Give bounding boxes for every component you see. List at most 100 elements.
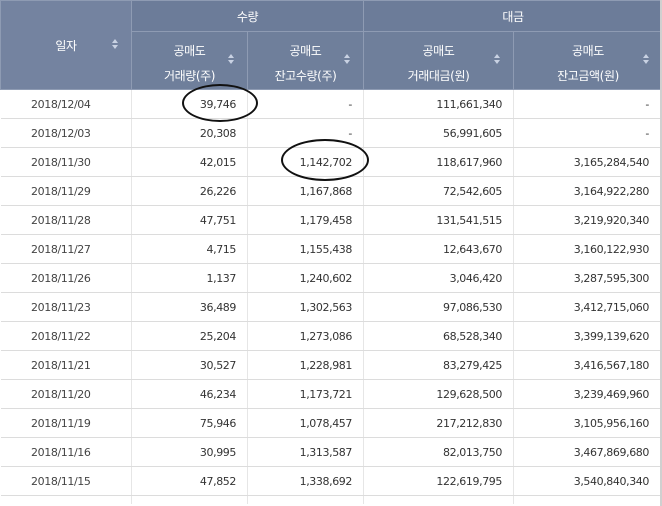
short-balance-amount-cell: 3,287,595,300 (513, 263, 662, 293)
date-cell: 2018/11/28 (0, 205, 132, 235)
date-cell: 2018/11/20 (0, 379, 132, 409)
short-balance-qty-cell: - (247, 89, 364, 119)
short-balance-qty-cell: 1,155,438 (247, 234, 364, 264)
short-balance-amount-cell: 3,160,122,930 (513, 234, 662, 264)
short-volume-cell: 75,946 (131, 408, 248, 438)
table-row: 2018/11/16 30,995 1,313,587 82,013,750 3,467… (0, 437, 662, 467)
short-amount-cell: 118,617,960 (363, 147, 514, 177)
date-cell: 2018/11/16 (0, 437, 132, 467)
short-balance-amount-cell: 3,467,869,680 (513, 437, 662, 467)
short-balance-qty-cell: 1,179,458 (247, 205, 364, 235)
table-row: 2018/11/15 47,852 1,338,692 122,619,795 3,54… (0, 466, 662, 496)
date-cell: 2018/11/26 (0, 263, 132, 293)
short-balance-amount-cell: 3,105,956,160 (513, 408, 662, 438)
column-header-line1: 공매도 (572, 44, 604, 58)
empty-cell (513, 495, 662, 504)
column-header-line2: 거래대금(원) (407, 69, 470, 83)
date-column-header[interactable]: 일자 (0, 0, 132, 90)
date-cell: 2018/12/03 (0, 118, 132, 148)
short-volume-column-header[interactable]: 공매도 거래량(주) (131, 31, 248, 90)
sort-icon[interactable] (344, 54, 351, 66)
short-volume-cell: 30,527 (131, 350, 248, 380)
short-balance-amount-cell: - (513, 118, 662, 148)
sort-icon[interactable] (112, 39, 119, 51)
short-amount-cell: 72,542,605 (363, 176, 514, 206)
short-balance-qty-cell: 1,313,587 (247, 437, 364, 467)
empty-cell (247, 495, 364, 504)
short-balance-qty-cell: 1,228,981 (247, 350, 364, 380)
short-amount-cell: 131,541,515 (363, 205, 514, 235)
short-volume-cell: 46,234 (131, 379, 248, 409)
empty-cell (0, 495, 132, 504)
table-row-partial (0, 495, 662, 504)
short-balance-amount-cell: 3,416,567,180 (513, 350, 662, 380)
short-volume-cell: 39,746 (131, 89, 248, 119)
table-row: 2018/11/19 75,946 1,078,457 217,212,830 3,10… (0, 408, 662, 438)
short-balance-amount-cell: 3,239,469,960 (513, 379, 662, 409)
table-row: 2018/11/20 46,234 1,173,721 129,628,500 3,23… (0, 379, 662, 409)
short-balance-qty-cell: 1,167,868 (247, 176, 364, 206)
short-balance-qty-column-header[interactable]: 공매도 잔고수량(주) (247, 31, 364, 90)
short-volume-cell: 25,204 (131, 321, 248, 351)
table-row: 2018/11/30 42,015 1,142,702 118,617,960 3,16… (0, 147, 662, 177)
table-row: 2018/12/04 39,746-111,661,340- (0, 89, 662, 119)
short-balance-amount-column-header[interactable]: 공매도 잔고금액(원) (513, 31, 662, 90)
short-volume-cell: 1,137 (131, 263, 248, 293)
short-volume-cell: 47,852 (131, 466, 248, 496)
date-cell: 2018/11/27 (0, 234, 132, 264)
short-balance-qty-cell: 1,142,702 (247, 147, 364, 177)
short-balance-qty-cell: 1,338,692 (247, 466, 364, 496)
short-balance-qty-cell: - (247, 118, 364, 148)
sort-icon[interactable] (494, 54, 501, 66)
date-cell: 2018/12/04 (0, 89, 132, 119)
table-row: 2018/11/21 30,527 1,228,981 83,279,425 3,416… (0, 350, 662, 380)
short-balance-qty-cell: 1,302,563 (247, 292, 364, 322)
short-balance-amount-cell: 3,165,284,540 (513, 147, 662, 177)
table-row: 2018/11/29 26,226 1,167,868 72,542,605 3,164… (0, 176, 662, 206)
short-balance-qty-cell: 1,240,602 (247, 263, 364, 293)
sort-icon[interactable] (643, 54, 650, 66)
short-volume-cell: 42,015 (131, 147, 248, 177)
short-volume-cell: 4,715 (131, 234, 248, 264)
date-cell: 2018/11/15 (0, 466, 132, 496)
short-balance-amount-cell: 3,219,920,340 (513, 205, 662, 235)
table-row: 2018/11/28 47,751 1,179,458 131,541,515 3,21… (0, 205, 662, 235)
short-balance-amount-cell: 3,540,840,340 (513, 466, 662, 496)
short-balance-qty-cell: 1,078,457 (247, 408, 364, 438)
table-row: 2018/11/23 36,489 1,302,563 97,086,530 3,412… (0, 292, 662, 322)
short-volume-cell: 36,489 (131, 292, 248, 322)
table-row: 2018/11/26 1,137 1,240,602 3,046,420 3,287,5… (0, 263, 662, 293)
amount-group-header: 대금 (363, 0, 662, 32)
short-amount-cell: 3,046,420 (363, 263, 514, 293)
date-cell: 2018/11/19 (0, 408, 132, 438)
short-amount-column-header[interactable]: 공매도 거래대금(원) (363, 31, 514, 90)
column-header-line1: 공매도 (422, 44, 455, 58)
date-cell: 2018/11/21 (0, 350, 132, 380)
short-balance-qty-cell: 1,273,086 (247, 321, 364, 351)
short-amount-cell: 12,643,670 (363, 234, 514, 264)
short-balance-amount-cell: 3,399,139,620 (513, 321, 662, 351)
column-header-line2: 잔고수량(주) (274, 69, 337, 83)
short-amount-cell: 217,212,830 (363, 408, 514, 438)
short-selling-table: 일자 수량 대금 공매도 거래량(주) 공매도 잔고수량(주) 공매도 거래대금… (0, 0, 662, 504)
table-row: 2018/11/22 25,204 1,273,086 68,528,340 3,399… (0, 321, 662, 351)
short-amount-cell: 83,279,425 (363, 350, 514, 380)
empty-cell (363, 495, 514, 504)
short-amount-cell: 68,528,340 (363, 321, 514, 351)
date-cell: 2018/11/23 (0, 292, 132, 322)
table-row: 2018/12/03 20,308-56,991,605- (0, 118, 662, 148)
quantity-group-header: 수량 (131, 0, 364, 32)
short-balance-qty-cell: 1,173,721 (247, 379, 364, 409)
short-volume-cell: 20,308 (131, 118, 248, 148)
date-cell: 2018/11/30 (0, 147, 132, 177)
short-volume-cell: 47,751 (131, 205, 248, 235)
short-amount-cell: 111,661,340 (363, 89, 514, 119)
column-header-line2: 잔고금액(원) (557, 69, 619, 83)
short-balance-amount-cell: - (513, 89, 662, 119)
table-body: 2018/12/04 39,746-111,661,340-2018/12/03 2… (0, 89, 662, 504)
short-volume-cell: 26,226 (131, 176, 248, 206)
short-amount-cell: 82,013,750 (363, 437, 514, 467)
short-balance-amount-cell: 3,412,715,060 (513, 292, 662, 322)
table-header: 일자 수량 대금 공매도 거래량(주) 공매도 잔고수량(주) 공매도 거래대금… (0, 0, 662, 90)
sort-icon[interactable] (228, 54, 235, 66)
